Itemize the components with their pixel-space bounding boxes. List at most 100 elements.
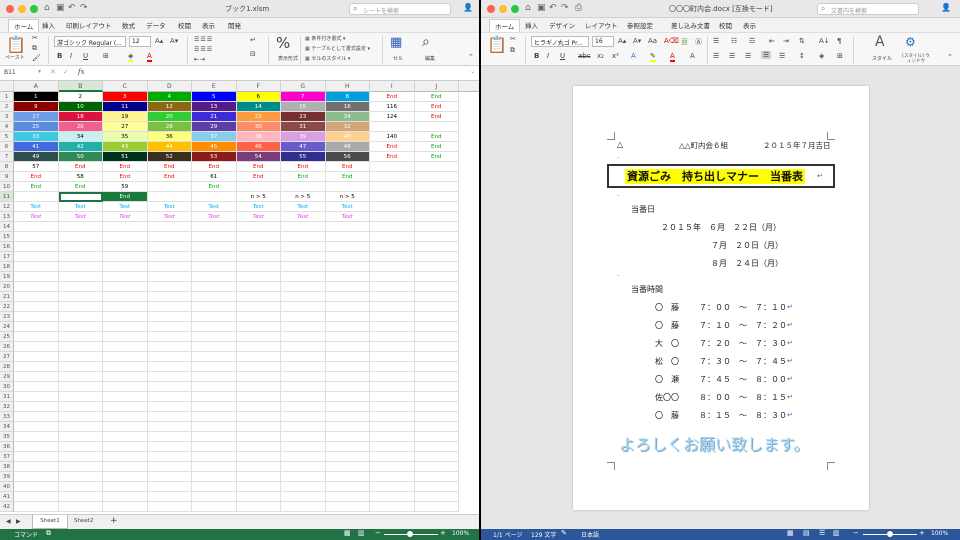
cell[interactable] <box>147 232 192 242</box>
cell[interactable] <box>236 232 281 242</box>
cell[interactable]: End <box>414 142 459 152</box>
cell[interactable]: 28 <box>147 122 192 132</box>
styles-icon[interactable]: A <box>875 34 885 50</box>
cell[interactable] <box>14 502 59 512</box>
cell[interactable] <box>147 462 192 472</box>
cell[interactable] <box>325 352 370 362</box>
styles-pane-icon[interactable]: ⚙ <box>905 35 916 49</box>
cut-icon[interactable]: ✂ <box>510 35 516 43</box>
cell[interactable] <box>325 422 370 432</box>
paste-icon[interactable]: 📋 <box>6 35 26 54</box>
cell[interactable] <box>103 372 148 382</box>
cell[interactable] <box>236 242 281 252</box>
cell[interactable] <box>414 232 459 242</box>
cell[interactable]: 38 <box>236 132 281 142</box>
cell[interactable]: 22 <box>236 112 281 122</box>
cell[interactable] <box>236 492 281 502</box>
cells-icon[interactable]: ▦ <box>390 35 402 50</box>
cell[interactable]: End <box>147 162 192 172</box>
format-painter-icon[interactable]: 🖌 <box>32 54 41 62</box>
cell[interactable] <box>103 482 148 492</box>
undo-icon[interactable]: ↶ <box>68 3 76 13</box>
cell[interactable] <box>414 312 459 322</box>
conditional-format-button[interactable]: ▦ 条件付き書式 ▾ <box>305 35 345 42</box>
cell[interactable] <box>147 412 192 422</box>
zoom-window-button[interactable] <box>30 5 38 13</box>
cell[interactable] <box>58 372 103 382</box>
row-header[interactable]: 11 <box>0 192 14 202</box>
cell[interactable] <box>192 312 237 322</box>
cell[interactable]: 16 <box>325 102 370 112</box>
cell[interactable] <box>58 432 103 442</box>
column-header[interactable]: B <box>58 81 103 92</box>
cell[interactable]: 8 <box>325 92 370 102</box>
cell[interactable]: End <box>236 162 281 172</box>
cell[interactable] <box>370 212 415 222</box>
row-header[interactable]: 22 <box>0 302 14 312</box>
enclose-char-icon[interactable]: Ⓐ <box>695 37 702 47</box>
cell[interactable] <box>14 252 59 262</box>
cell[interactable] <box>414 222 459 232</box>
row-header[interactable]: 41 <box>0 492 14 502</box>
cell[interactable] <box>236 312 281 322</box>
cell[interactable]: End <box>414 112 459 122</box>
cell[interactable] <box>325 302 370 312</box>
cell[interactable]: End <box>103 162 148 172</box>
cell[interactable]: Test <box>236 202 281 212</box>
cell[interactable] <box>370 162 415 172</box>
cell[interactable] <box>14 232 59 242</box>
cell[interactable] <box>414 182 459 192</box>
zoom-window-button[interactable] <box>511 5 519 13</box>
cell[interactable]: 40 <box>325 132 370 142</box>
row-header[interactable]: 20 <box>0 282 14 292</box>
cell[interactable] <box>58 492 103 502</box>
cell[interactable] <box>414 402 459 412</box>
show-marks-icon[interactable]: ¶ <box>837 37 841 45</box>
cell[interactable] <box>370 362 415 372</box>
cell[interactable] <box>58 262 103 272</box>
cell[interactable] <box>281 462 326 472</box>
collapse-ribbon-icon[interactable]: ⌃ <box>947 53 953 61</box>
cell[interactable] <box>236 412 281 422</box>
cell[interactable] <box>414 422 459 432</box>
copy-icon[interactable]: ⧉ <box>510 46 515 55</box>
change-case-icon[interactable]: Aa <box>648 37 657 45</box>
cell[interactable] <box>58 392 103 402</box>
cell[interactable] <box>103 492 148 502</box>
cell[interactable]: 4 <box>147 92 192 102</box>
cell[interactable] <box>370 392 415 402</box>
cell[interactable]: 34 <box>58 132 103 142</box>
align-left-icon[interactable]: ☰ <box>713 52 719 60</box>
cell[interactable] <box>58 402 103 412</box>
cell[interactable] <box>370 282 415 292</box>
cell[interactable]: Test <box>14 202 59 212</box>
cell[interactable] <box>414 392 459 402</box>
cell[interactable]: 51 <box>103 152 148 162</box>
redo-icon[interactable]: ↷ <box>80 3 88 13</box>
align-center-icon[interactable]: ☰☰☰ <box>194 46 213 53</box>
merge-cells-icon[interactable]: ⊟ <box>250 50 256 58</box>
row-header[interactable]: 39 <box>0 472 14 482</box>
cell[interactable] <box>14 462 59 472</box>
cell[interactable]: 56 <box>325 152 370 162</box>
cell[interactable] <box>103 342 148 352</box>
cell[interactable] <box>236 482 281 492</box>
cell[interactable] <box>281 412 326 422</box>
row-header[interactable]: 38 <box>0 462 14 472</box>
cell[interactable] <box>370 252 415 262</box>
cell[interactable]: 27 <box>103 122 148 132</box>
prev-sheet-icon[interactable]: ◀ <box>6 518 11 525</box>
select-all-corner[interactable] <box>0 81 14 92</box>
table-format-button[interactable]: ▦ テーブルとして書式設定 ▾ <box>305 45 370 52</box>
cell[interactable] <box>414 202 459 212</box>
grow-font-icon[interactable]: A▴ <box>618 37 626 45</box>
print-icon[interactable]: ⎙ <box>575 3 582 13</box>
cell[interactable] <box>281 472 326 482</box>
row-header[interactable]: 10 <box>0 182 14 192</box>
cell[interactable] <box>14 362 59 372</box>
cell[interactable] <box>370 242 415 252</box>
cell[interactable] <box>236 432 281 442</box>
font-color-icon[interactable]: A <box>670 52 675 62</box>
cell[interactable]: 31 <box>281 122 326 132</box>
row-header[interactable]: 33 <box>0 412 14 422</box>
